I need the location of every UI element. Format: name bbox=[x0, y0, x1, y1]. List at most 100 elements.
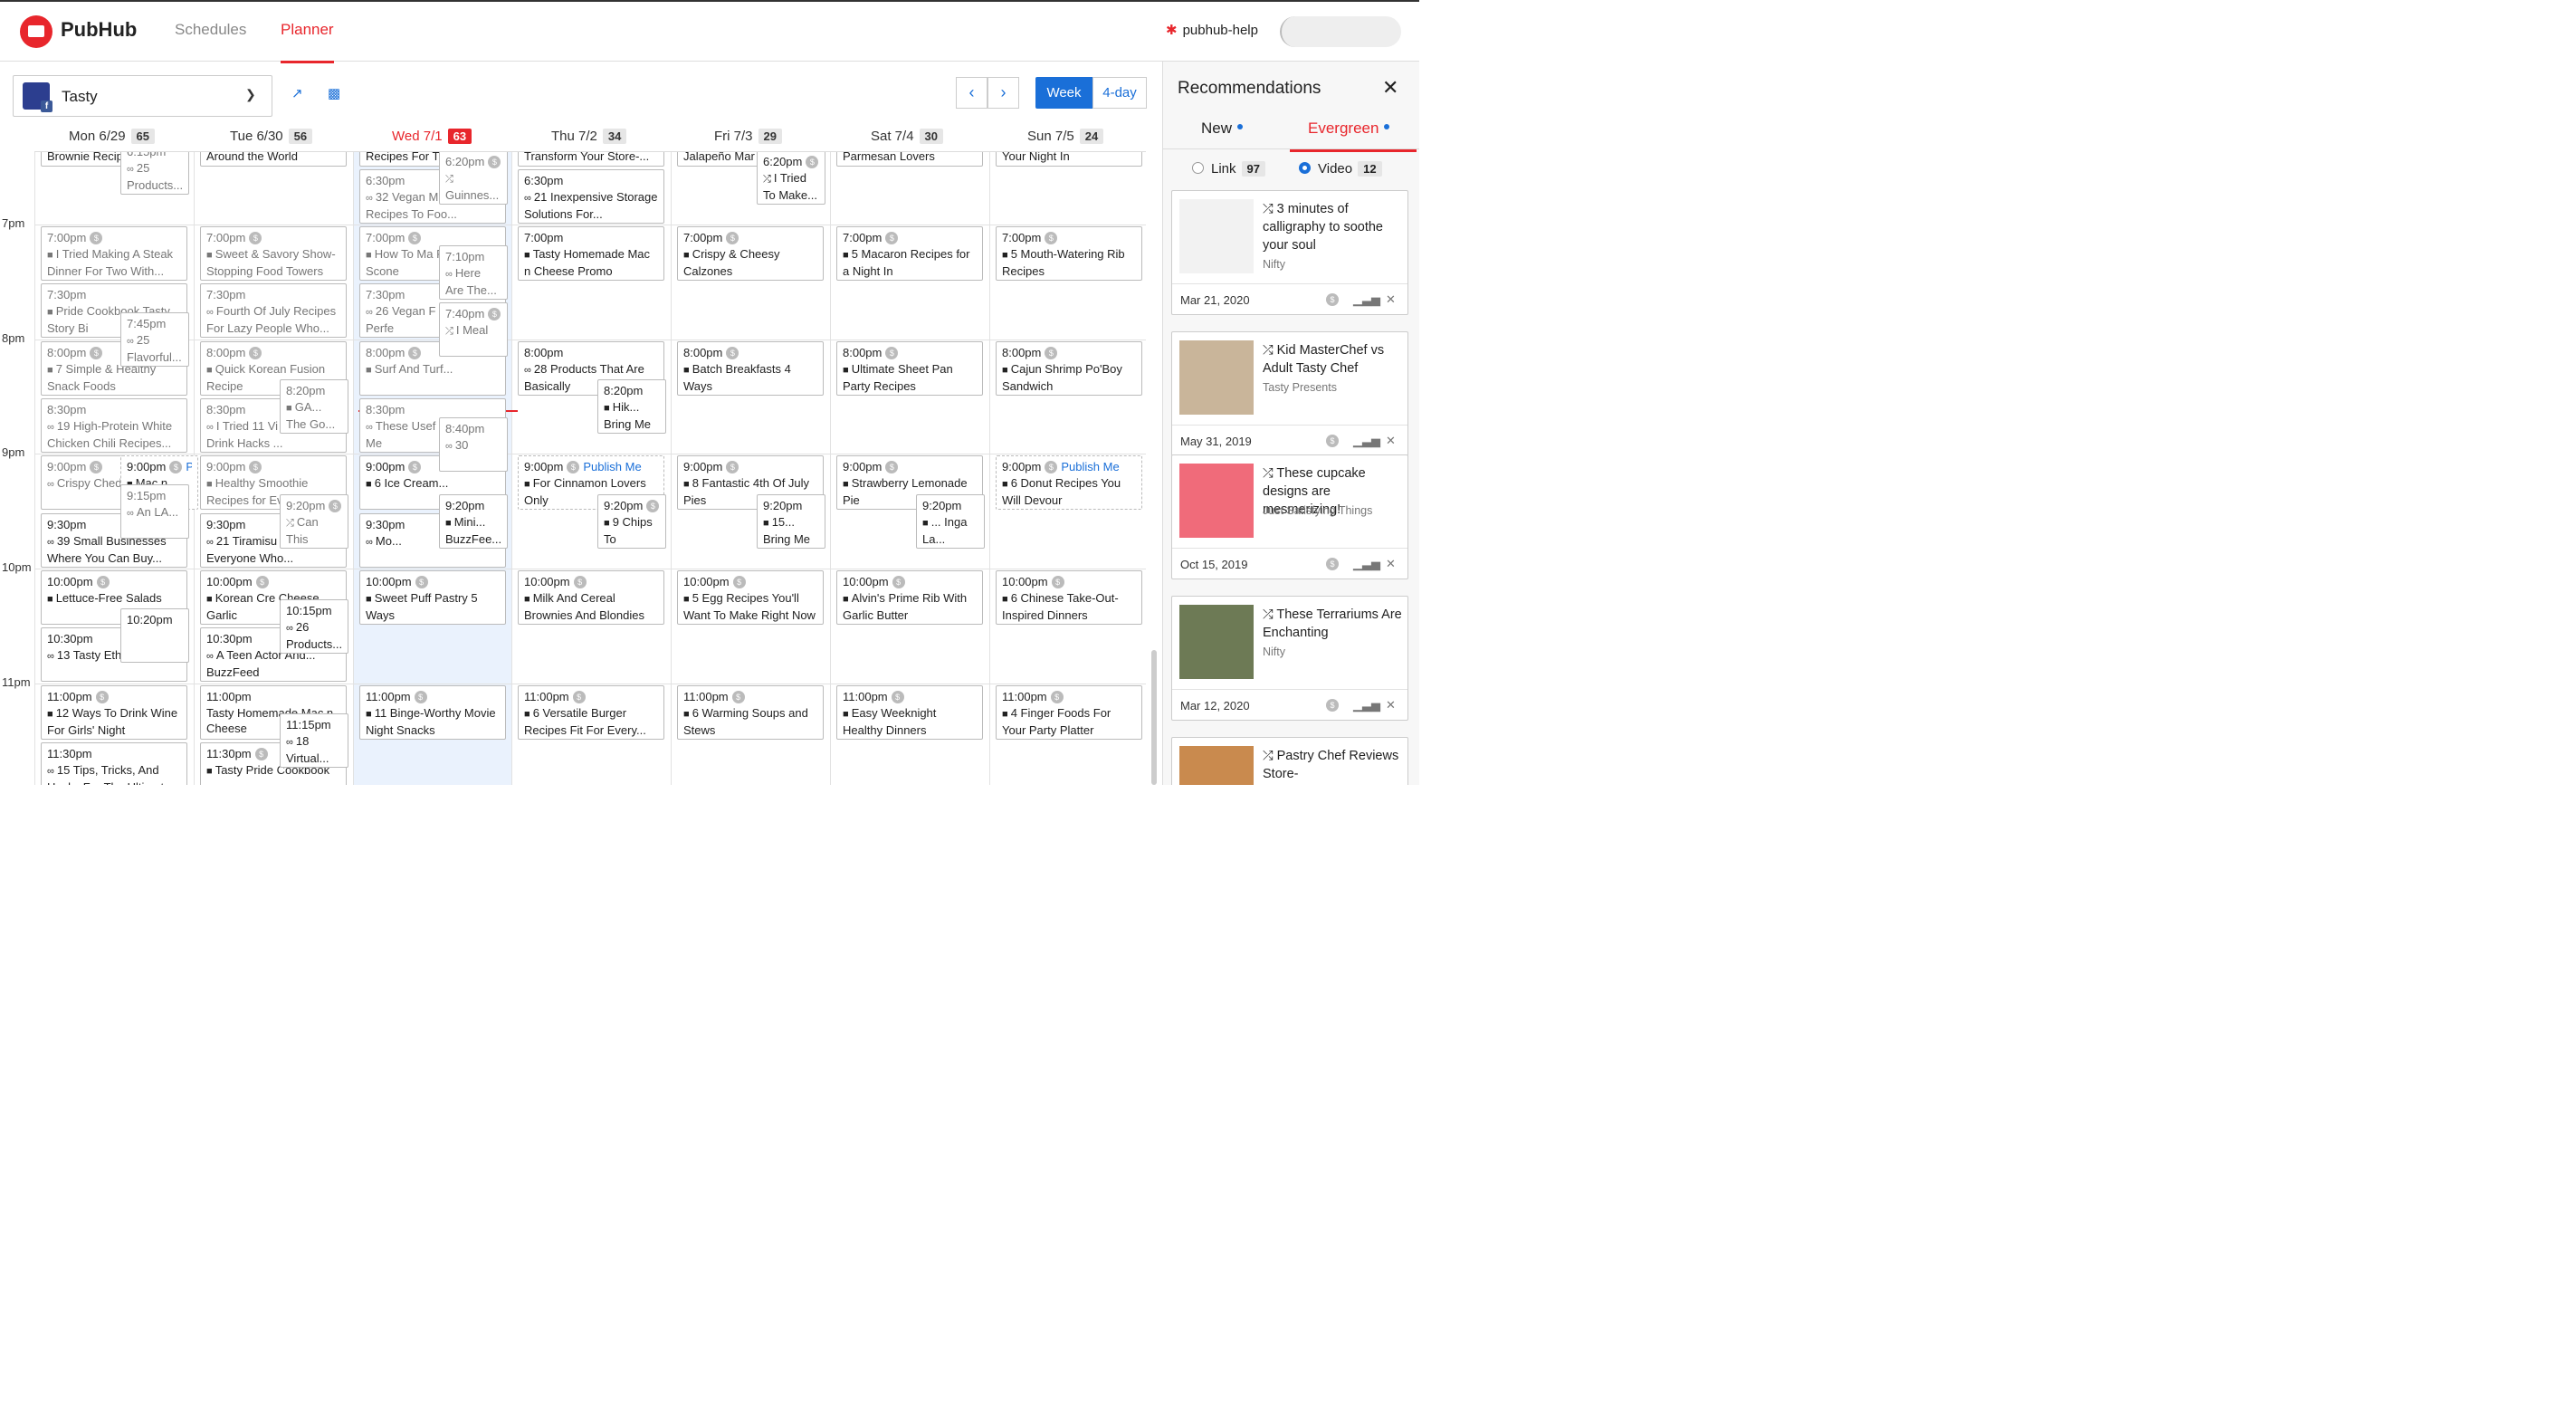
nav-planner[interactable]: Planner bbox=[281, 21, 334, 63]
next-week-button[interactable]: › bbox=[987, 77, 1019, 109]
dismiss-icon[interactable]: ✕ bbox=[1386, 557, 1396, 571]
recommendation-card[interactable]: ⤮ These cupcake designs are mesmerizing!… bbox=[1171, 454, 1408, 579]
scheduled-post[interactable]: 7:00pm $ ■ Sweet & Savory Show-Stopping Fo… bbox=[200, 226, 347, 281]
scheduled-post[interactable]: 9:20pm$■ 9 Chips To Snack... bbox=[597, 493, 666, 549]
link-icon: ∞ bbox=[366, 307, 376, 319]
day-header[interactable]: Thu 7/2 34 bbox=[551, 129, 627, 148]
publish-me-link[interactable]: Publish Me bbox=[1061, 460, 1119, 473]
dollar-icon[interactable]: $ bbox=[1326, 293, 1339, 306]
close-icon[interactable]: ✕ bbox=[1382, 76, 1398, 100]
scheduled-post[interactable]: 7:30pm ∞ Fourth Of July Recipes For Lazy … bbox=[200, 283, 347, 339]
scheduled-post[interactable]: 9:15pm ∞ An LA... bbox=[120, 484, 189, 540]
recommendation-card[interactable]: ⤮ Kid MasterChef vs Adult Tasty Chef Tast… bbox=[1171, 331, 1408, 456]
publish-me-link[interactable]: Pu bbox=[186, 460, 192, 473]
scheduled-post[interactable]: 6:20pm $ ⤮ Guinnes... bbox=[439, 152, 508, 205]
scheduled-post[interactable]: Parmesan Lovers bbox=[836, 152, 983, 167]
scheduled-post[interactable]: Your Night In bbox=[996, 152, 1142, 167]
scheduled-post[interactable]: 10:00pm $ ■ 5 Egg Recipes You'll Want To M… bbox=[677, 570, 824, 626]
recommendation-card[interactable]: ⤮ These Terrariums Are Enchanting Nifty Ma… bbox=[1171, 596, 1408, 721]
filter-video-radio[interactable]: Video 12 bbox=[1299, 161, 1382, 177]
day-header[interactable]: Fri 7/3 29 bbox=[714, 129, 782, 148]
scheduled-post[interactable]: 7:00pm $ ■ 5 Mouth-Watering Rib Recipes bbox=[996, 226, 1142, 281]
dollar-icon[interactable]: $ bbox=[1326, 558, 1339, 570]
recommendation-card[interactable]: ⤮ Pastry Chef Reviews Store- bbox=[1171, 737, 1408, 785]
scheduled-post[interactable]: 9:20pm ■ 15... Bring Me bbox=[757, 493, 825, 549]
calendar-scrollbar[interactable] bbox=[1151, 650, 1157, 785]
scheduled-post[interactable]: 9:20pm ■ ... Inga La... bbox=[916, 493, 985, 549]
scheduled-post[interactable]: 7:00pm $ ■ I Tried Making A Steak Dinner F… bbox=[41, 226, 187, 281]
day-header[interactable]: Tue 6/30 56 bbox=[230, 129, 313, 148]
scheduled-post[interactable]: 10:00pm $ ■ Milk And Cereal Brownies And B… bbox=[518, 570, 664, 626]
scheduled-post[interactable]: Transform Your Store-... bbox=[518, 152, 664, 167]
user-avatar[interactable] bbox=[1280, 16, 1401, 47]
scheduled-post[interactable]: 8:30pm ∞ 19 High-Protein White Chicken Ch… bbox=[41, 398, 187, 454]
scheduled-post[interactable]: 8:20pm ■ GA... The Go... bbox=[280, 378, 348, 434]
scheduled-post[interactable]: Around the World bbox=[200, 152, 347, 167]
pubhub-logo-icon[interactable] bbox=[20, 15, 52, 48]
view-week-button[interactable]: Week bbox=[1035, 77, 1092, 109]
dismiss-icon[interactable]: ✕ bbox=[1386, 698, 1396, 712]
video-thumbnail[interactable] bbox=[1179, 464, 1254, 538]
scheduled-post[interactable]: 6:20pm $ ⤮ I Tried To Make... bbox=[757, 152, 825, 205]
analytics-icon[interactable]: ▁▃▅ bbox=[1353, 698, 1380, 712]
scheduled-post[interactable]: 9:20pm ■ Mini... BuzzFee... bbox=[439, 493, 508, 549]
scheduled-post[interactable]: 7:40pm $ ⤮ I Meal bbox=[439, 302, 508, 358]
analytics-icon[interactable]: ▁▃▅ bbox=[1353, 434, 1380, 448]
day-header[interactable]: Wed 7/1 63 bbox=[392, 129, 472, 148]
analytics-icon[interactable]: ▁▃▅ bbox=[1353, 557, 1380, 571]
scheduled-post[interactable]: 10:00pm $ ■ Alvin's Prime Rib With Garlic … bbox=[836, 570, 983, 626]
filter-link-radio[interactable]: Link 97 bbox=[1192, 161, 1265, 177]
scheduled-post[interactable]: 7:00pm $ ■ 5 Macaron Recipes for a Night I… bbox=[836, 226, 983, 281]
scheduled-post[interactable]: 8:00pm $ ■ Cajun Shrimp Po'Boy Sandwich bbox=[996, 340, 1142, 396]
scheduled-post[interactable]: 7:10pm ∞ Here Are The... bbox=[439, 245, 508, 301]
scheduled-post[interactable]: 9:00pm $ Publish Me ■ 6 Donut Recipes You W… bbox=[996, 455, 1142, 511]
dollar-icon[interactable]: $ bbox=[1326, 699, 1339, 712]
day-header[interactable]: Sun 7/5 24 bbox=[1027, 129, 1104, 148]
publish-me-link[interactable]: Publish Me bbox=[583, 460, 641, 473]
video-thumbnail[interactable] bbox=[1179, 746, 1254, 785]
analytics-icon[interactable]: ▁▃▅ bbox=[1353, 292, 1380, 307]
tab-new[interactable]: New bbox=[1201, 120, 1244, 150]
scheduled-post[interactable]: 11:00pm $ ■ 6 Versatile Burger Recipes Fit… bbox=[518, 684, 664, 740]
video-thumbnail[interactable] bbox=[1179, 340, 1254, 415]
scheduled-post[interactable]: 10:00pm $ ■ Sweet Puff Pastry 5 Ways bbox=[359, 570, 506, 626]
scheduled-post[interactable]: 11:00pm $ ■ 11 Binge-Worthy Movie Night Sn… bbox=[359, 684, 506, 740]
help-link[interactable]: ✱ pubhub-help bbox=[1166, 22, 1258, 38]
dollar-icon[interactable]: $ bbox=[1326, 435, 1339, 447]
day-header[interactable]: Mon 6/29 65 bbox=[69, 129, 156, 148]
post-title-row: ⤮ I Tried To Make... bbox=[763, 170, 819, 203]
scheduled-post[interactable]: 7:00pm $ ■ Crispy & Cheesy Calzones bbox=[677, 226, 824, 281]
prev-week-button[interactable]: ‹ bbox=[956, 77, 987, 109]
nav-schedules[interactable]: Schedules bbox=[175, 21, 246, 62]
analytics-icon[interactable]: ▩ bbox=[328, 85, 340, 101]
dismiss-icon[interactable]: ✕ bbox=[1386, 434, 1396, 448]
scheduled-post[interactable]: 6:30pm ∞ 21 Inexpensive Storage Solutions… bbox=[518, 168, 664, 224]
account-selector[interactable]: Tasty ❯ bbox=[13, 75, 272, 117]
scheduled-post[interactable]: 8:20pm ■ Hik... Bring Me bbox=[597, 378, 666, 434]
day-header[interactable]: Sat 7/4 30 bbox=[871, 129, 944, 148]
scheduled-post[interactable]: 10:20pm bbox=[120, 608, 189, 664]
scheduled-post[interactable]: 11:15pm ∞ 18 Virtual... bbox=[280, 713, 348, 769]
scheduled-post[interactable]: 11:00pm $ ■ 4 Finger Foods For Your Party … bbox=[996, 684, 1142, 740]
video-thumbnail[interactable] bbox=[1179, 605, 1254, 679]
scheduled-post[interactable]: 6:15pm ∞ 25 Products... bbox=[120, 152, 189, 195]
scheduled-post[interactable]: 9:20pm$⤮ Can This Che... bbox=[280, 493, 348, 549]
scheduled-post[interactable]: 7:00pm ■ Tasty Homemade Mac n Cheese Prom… bbox=[518, 226, 664, 281]
video-thumbnail[interactable] bbox=[1179, 199, 1254, 273]
view-4day-button[interactable]: 4-day bbox=[1092, 77, 1147, 109]
scheduled-post[interactable]: 11:00pm $ ■ 6 Warming Soups and Stews bbox=[677, 684, 824, 740]
scheduled-post[interactable]: 8:00pm $ ■ Ultimate Sheet Pan Party Recipe… bbox=[836, 340, 983, 396]
tab-evergreen[interactable]: Evergreen bbox=[1289, 120, 1418, 152]
scheduled-post[interactable]: 11:30pm∞ 15 Tips, Tricks, And Hacks For … bbox=[41, 742, 187, 785]
scheduled-post[interactable]: 10:15pm ∞ 26 Products... bbox=[280, 598, 348, 654]
post-time-row: 10:00pm $ bbox=[843, 574, 977, 590]
scheduled-post[interactable]: 8:40pm ∞ 30 bbox=[439, 417, 508, 473]
dismiss-icon[interactable]: ✕ bbox=[1386, 292, 1396, 307]
scheduled-post[interactable]: 11:00pm $ ■ 12 Ways To Drink Wine For Girl… bbox=[41, 684, 187, 740]
scheduled-post[interactable]: 10:00pm $ ■ 6 Chinese Take-Out-Inspired Di… bbox=[996, 570, 1142, 626]
scheduled-post[interactable]: 7:45pm ∞ 25 Flavorful... bbox=[120, 312, 189, 368]
recommendation-card[interactable]: ⤮ 3 minutes of calligraphy to soothe you… bbox=[1171, 190, 1408, 315]
external-link-icon[interactable]: ↗ bbox=[291, 85, 303, 101]
scheduled-post[interactable]: 11:00pm $ ■ Easy Weeknight Healthy Dinners bbox=[836, 684, 983, 740]
scheduled-post[interactable]: 8:00pm $ ■ Batch Breakfasts 4 Ways bbox=[677, 340, 824, 396]
